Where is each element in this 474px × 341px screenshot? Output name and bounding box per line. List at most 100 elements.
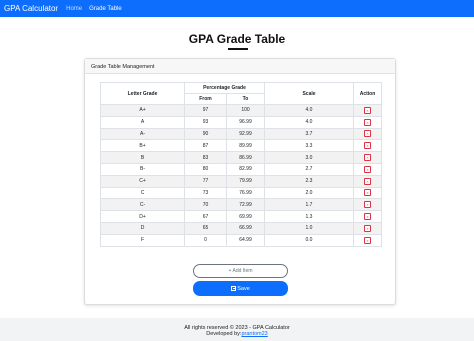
x-icon: × [366,178,369,184]
cell-action: × [353,139,382,153]
nav-link-home[interactable]: Home [66,6,82,12]
cell-scale[interactable]: 1.0 [264,221,354,235]
delete-row-button[interactable]: × [364,106,371,114]
header-percentage-grade: Percentage Grade [184,82,265,94]
cell-scale[interactable]: 3.3 [264,139,354,153]
cell-from[interactable]: 87 [184,139,227,153]
cell-letter-grade[interactable]: D+ [100,210,185,223]
cell-to[interactable]: 86.99 [226,151,265,164]
cell-to[interactable]: 72.99 [226,198,265,212]
cell-scale[interactable]: 3.7 [264,127,354,141]
cell-from[interactable]: 73 [184,186,227,200]
cell-action: × [353,174,382,188]
grade-row: A+ 97 100 4.0 × [100,104,382,117]
cell-from[interactable]: 67 [184,210,227,223]
cell-to[interactable]: 89.99 [226,139,265,153]
cell-scale[interactable]: 2.3 [264,174,354,188]
cell-scale[interactable]: 2.7 [264,162,354,176]
cell-letter-grade[interactable]: A- [100,127,185,141]
x-icon: × [366,107,369,113]
cell-action: × [353,115,382,129]
cell-from[interactable]: 90 [184,127,227,141]
grade-row: B+ 87 89.99 3.3 × [100,139,382,153]
grade-table: Letter Grade Percentage Grade Scale Acti… [100,82,382,247]
cell-scale[interactable]: 1.7 [264,198,354,212]
save-button[interactable]: Save [193,281,288,296]
cell-scale[interactable]: 4.0 [264,104,354,117]
cell-letter-grade[interactable]: D [100,221,185,235]
delete-row-button[interactable]: × [364,201,371,209]
x-icon: × [366,166,369,172]
cell-letter-grade[interactable]: A [100,115,185,129]
x-icon: × [366,202,369,208]
x-icon: × [366,190,369,196]
page-title: GPA Grade Table [188,32,286,46]
cell-scale[interactable]: 4.0 [264,115,354,129]
cell-letter-grade[interactable]: A+ [100,104,185,117]
cell-to[interactable]: 100 [226,104,265,117]
cell-action: × [353,162,382,176]
cell-scale[interactable]: 0.0 [264,233,354,247]
cell-from[interactable]: 83 [184,151,227,164]
x-icon: × [366,143,369,149]
cell-from[interactable]: 77 [184,174,227,188]
delete-row-button[interactable]: × [364,177,371,185]
grade-row: F 0 64.99 0.0 × [100,233,382,247]
top-navbar: GPA Calculator Home Grade Table [0,0,474,17]
cell-to[interactable]: 76.99 [226,186,265,200]
grade-row: A- 90 92.99 3.7 × [100,127,382,141]
developer-link[interactable]: prantom23 [241,331,267,337]
cell-letter-grade[interactable]: B+ [100,139,185,153]
cell-letter-grade[interactable]: F [100,233,185,247]
brand-logo[interactable]: GPA Calculator [4,4,58,13]
cell-to[interactable]: 69.99 [226,210,265,223]
cell-letter-grade[interactable]: C+ [100,174,185,188]
cell-action: × [353,221,382,235]
cell-from[interactable]: 65 [184,221,227,235]
cell-action: × [353,210,382,223]
cell-to[interactable]: 66.99 [226,221,265,235]
cell-from[interactable]: 93 [184,115,227,129]
delete-row-button[interactable]: × [364,130,371,138]
grade-row: D+ 67 69.99 1.3 × [100,210,382,223]
cell-letter-grade[interactable]: C- [100,198,185,212]
cell-letter-grade[interactable]: B [100,151,185,164]
cell-to[interactable]: 79.99 [226,174,265,188]
delete-row-button[interactable]: × [364,165,371,173]
cell-action: × [353,198,382,212]
header-to: To [226,93,265,105]
cell-from[interactable]: 97 [184,104,227,117]
cell-to[interactable]: 64.99 [226,233,265,247]
x-icon: × [366,214,369,220]
grade-row: A 93 96.99 4.0 × [100,115,382,129]
delete-row-button[interactable]: × [364,236,371,244]
cell-letter-grade[interactable]: C [100,186,185,200]
cell-action: × [353,127,382,141]
cell-action: × [353,151,382,164]
cell-from[interactable]: 80 [184,162,227,176]
cell-scale[interactable]: 1.3 [264,210,354,223]
cell-scale[interactable]: 3.0 [264,151,354,164]
delete-row-button[interactable]: × [364,224,371,232]
nav-link-grade-table[interactable]: Grade Table [89,6,122,12]
grade-row: D 65 66.99 1.0 × [100,221,382,235]
cell-from[interactable]: 0 [184,233,227,247]
grade-row: B 83 86.99 3.0 × [100,151,382,164]
cell-letter-grade[interactable]: B- [100,162,185,176]
x-icon: × [366,237,369,243]
delete-row-button[interactable]: × [364,118,371,126]
cell-scale[interactable]: 2.0 [264,186,354,200]
cell-from[interactable]: 70 [184,198,227,212]
grade-row: C 73 76.99 2.0 × [100,186,382,200]
add-item-button[interactable]: + Add Item [193,264,288,278]
cell-to[interactable]: 92.99 [226,127,265,141]
delete-row-button[interactable]: × [364,142,371,150]
header-action: Action [353,82,382,105]
cell-to[interactable]: 96.99 [226,115,265,129]
x-icon: × [366,119,369,125]
cell-to[interactable]: 82.99 [226,162,265,176]
delete-row-button[interactable]: × [364,189,371,197]
delete-row-button[interactable]: × [364,154,371,162]
delete-row-button[interactable]: × [364,213,371,221]
title-underline [228,48,248,50]
